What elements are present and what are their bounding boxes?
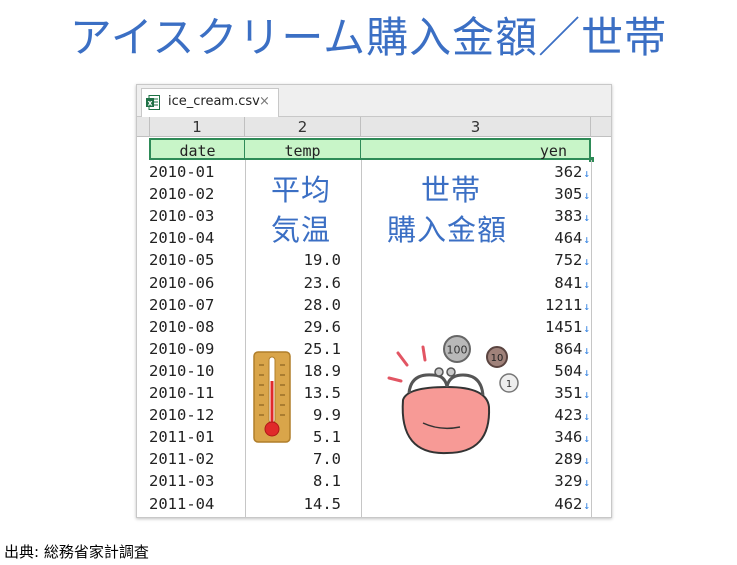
page-title: アイスクリーム購入金額／世帯 <box>69 13 668 62</box>
cell-temp[interactable]: 23.6 <box>245 272 341 294</box>
coin-100-icon: 100 <box>443 335 471 363</box>
cell-yen-value: 351 <box>554 384 583 402</box>
cell-date[interactable]: 2010-10 <box>149 360 214 382</box>
cell-yen-value: 1451 <box>545 317 583 336</box>
cell-date[interactable]: 2011-03 <box>149 470 214 492</box>
cell-yen[interactable]: 1211↓ <box>361 294 590 316</box>
cell-date[interactable]: 2010-09 <box>149 338 214 360</box>
cell-date[interactable]: 2010-07 <box>149 294 214 316</box>
cell-date[interactable]: 2010-03 <box>149 205 214 227</box>
cell-date[interactable]: 2011-01 <box>149 426 214 448</box>
cell-yen-value: 289 <box>554 450 583 469</box>
csv-editor-window: x ice_cream.csv × 1 2 3 date temp yen 20… <box>136 84 612 518</box>
cell-yen-value: 383 <box>554 207 583 226</box>
cell-temp[interactable]: 28.0 <box>245 294 341 316</box>
sort-arrow-icon: ↓ <box>583 365 590 379</box>
cell-date[interactable]: 2010-06 <box>149 272 214 294</box>
sort-arrow-icon: ↓ <box>583 410 590 424</box>
temp-annotation-line2: 気温 <box>271 213 332 247</box>
corner-cell <box>137 117 150 137</box>
cell-date[interactable]: 2010-05 <box>149 249 214 271</box>
sort-arrow-icon: ↓ <box>583 255 590 269</box>
yen-annotation-line2: 購入金額 <box>387 213 508 247</box>
column-number-2[interactable]: 2 <box>245 117 361 137</box>
cell-temp[interactable]: 7.0 <box>245 448 341 470</box>
sort-arrow-icon: ↓ <box>583 167 590 180</box>
source-note: 出典: 総務省家計調査 <box>4 543 149 561</box>
coin-1-label: 1 <box>506 379 512 390</box>
sort-arrow-icon: ↓ <box>583 343 590 357</box>
cell-yen-value: 864 <box>554 339 583 358</box>
column-divider <box>591 160 592 517</box>
cell-date[interactable]: 2010-08 <box>149 316 214 338</box>
cell-yen[interactable]: 841↓ <box>361 272 590 294</box>
sort-arrow-icon: ↓ <box>583 321 590 335</box>
excel-icon: x <box>146 95 160 110</box>
header-cell-date[interactable]: date <box>149 138 245 160</box>
sort-arrow-icon: ↓ <box>583 476 590 490</box>
cell-date[interactable]: 2010-01 <box>149 161 214 183</box>
sort-arrow-icon: ↓ <box>583 454 590 468</box>
cell-yen[interactable]: 329↓ <box>361 470 590 492</box>
cell-yen-value: 423 <box>554 406 583 425</box>
coin-10-label: 10 <box>491 353 504 364</box>
sort-arrow-icon: ↓ <box>583 498 590 512</box>
cell-date[interactable]: 2011-02 <box>149 448 214 470</box>
cell-date[interactable]: 2010-02 <box>149 183 214 205</box>
sort-arrow-icon: ↓ <box>583 211 590 225</box>
cell-temp[interactable]: 19.0 <box>245 249 341 271</box>
thermometer-icon <box>253 351 291 443</box>
cell-date[interactable]: 2010-11 <box>149 382 214 404</box>
cell-temp[interactable]: 8.1 <box>245 470 341 492</box>
cell-yen-value: 462 <box>554 494 583 513</box>
coin-purse-icon: 100 10 1 <box>387 335 519 455</box>
cell-yen[interactable]: 752↓ <box>361 249 590 271</box>
coin-100-label: 100 <box>447 344 468 357</box>
cell-yen-value: 362 <box>554 163 583 181</box>
cell-date[interactable]: 2010-12 <box>149 404 214 426</box>
sort-arrow-icon: ↓ <box>583 277 590 291</box>
yen-annotation-line1: 世帯 <box>421 173 482 207</box>
header-cell-yen[interactable]: yen <box>361 138 591 160</box>
file-tab-label: ice_cream.csv <box>168 94 260 109</box>
temp-annotation-line1: 平均 <box>271 173 332 207</box>
close-icon[interactable]: × <box>259 94 270 109</box>
coin-10-icon: 10 <box>486 346 508 368</box>
sort-arrow-icon: ↓ <box>583 299 590 313</box>
cell-yen-value: 305 <box>554 185 583 204</box>
cell-yen-value: 504 <box>554 361 583 380</box>
cell-yen-value: 1211 <box>545 295 583 314</box>
cell-temp[interactable]: 14.5 <box>245 493 341 515</box>
cell-yen-value: 329 <box>554 472 583 491</box>
file-tab[interactable]: x ice_cream.csv × <box>141 88 279 117</box>
sort-arrow-icon: ↓ <box>583 233 590 247</box>
sort-arrow-icon: ↓ <box>583 388 590 401</box>
column-number-empty <box>591 117 611 137</box>
column-number-1[interactable]: 1 <box>150 117 245 137</box>
header-cell-temp[interactable]: temp <box>245 138 361 160</box>
svg-text:x: x <box>148 98 153 107</box>
coin-1-icon: 1 <box>499 373 519 393</box>
cell-yen-value: 464 <box>554 229 583 248</box>
tab-bar: x ice_cream.csv × <box>137 85 611 117</box>
cell-temp[interactable]: 29.6 <box>245 316 341 338</box>
sort-arrow-icon: ↓ <box>583 189 590 203</box>
column-number-3[interactable]: 3 <box>361 117 591 137</box>
cell-date[interactable]: 2010-04 <box>149 227 214 249</box>
cell-yen-value: 841 <box>554 273 583 292</box>
sort-arrow-icon: ↓ <box>583 432 590 446</box>
cell-yen-value: 752 <box>554 251 583 270</box>
cell-date[interactable]: 2011-04 <box>149 493 214 515</box>
cell-yen-value: 346 <box>554 428 583 447</box>
cell-yen[interactable]: 462↓ <box>361 493 590 515</box>
